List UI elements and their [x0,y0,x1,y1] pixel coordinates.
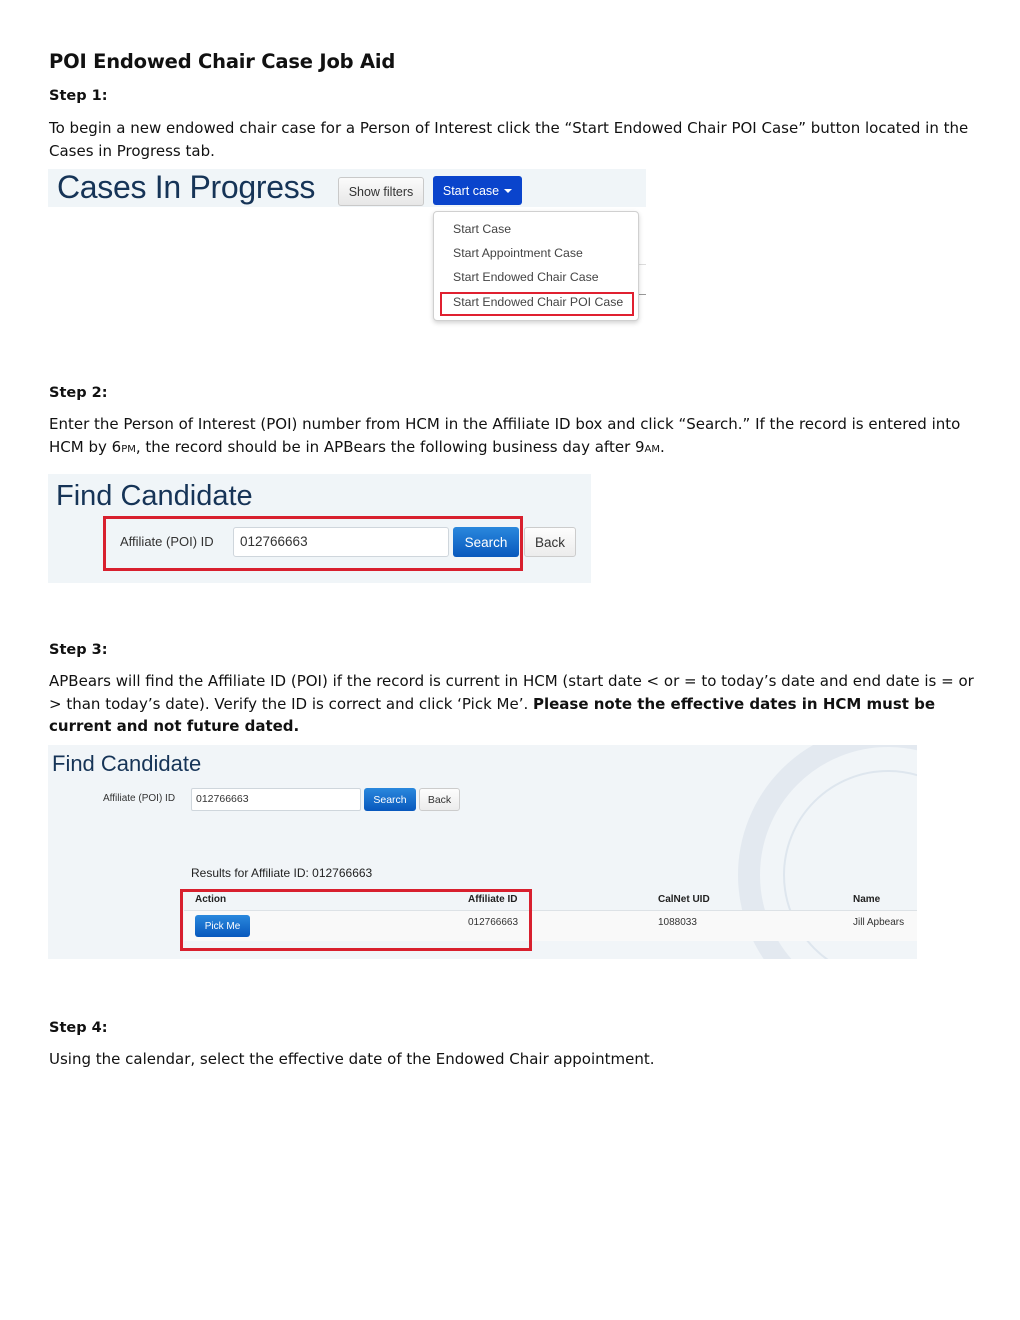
affiliate-id-label: Affiliate (POI) ID [103,793,176,804]
step-2-am: AM [644,439,661,456]
step-1-heading: Step 1: [49,88,108,104]
start-case-button[interactable]: Start case [433,176,522,205]
column-header-calnet-uid: CalNet UID [658,894,710,905]
highlight-box [180,889,532,951]
find-candidate-results-screenshot: Find Candidate Affiliate (POI) ID 012766… [48,745,917,959]
step-1-text: To begin a new endowed chair case for a … [49,119,969,160]
step-2-text-b: , the record should be in APBears the fo… [135,437,645,456]
column-header-name: Name [853,894,881,905]
menu-item-start-endowed-chair-case[interactable]: Start Endowed Chair Case [453,270,599,284]
step-3-heading: Step 3: [49,642,108,658]
divider [638,294,646,295]
step-3-text: APBears will find the Affiliate ID (POI)… [49,670,974,738]
highlight-box [440,292,634,316]
step-4-heading: Step 4: [49,1020,108,1036]
step-2-heading: Step 2: [49,385,108,401]
highlight-box [103,516,523,571]
show-filters-label: Show filters [348,184,414,199]
step-2-pm: PM [121,439,136,456]
cell-name: Jill Apbears [853,917,905,928]
menu-item-start-case[interactable]: Start Case [453,222,511,236]
find-candidate-title: Find Candidate [52,751,202,776]
start-case-label: Start case [442,183,500,198]
cases-in-progress-title: Cases In Progress [57,169,316,205]
show-filters-button[interactable]: Show filters [338,177,424,206]
affiliate-id-input[interactable]: 012766663 [191,788,361,811]
cases-in-progress-screenshot: Cases In Progress Show filters Start cas… [48,169,646,326]
divider [638,264,646,265]
menu-item-start-appointment-case[interactable]: Start Appointment Case [453,246,583,260]
results-title: Results for Affiliate ID: 012766663 [191,866,373,880]
find-candidate-title: Find Candidate [56,480,253,512]
back-button[interactable]: Back [524,527,576,557]
start-case-dropdown-menu: Start Case Start Appointment Case Start … [433,211,639,321]
back-button[interactable]: Back [419,788,460,811]
step-2-text-c: . [660,437,665,456]
find-candidate-screenshot: Find Candidate Affiliate (POI) ID 012766… [48,474,591,583]
search-label: Search [373,793,407,806]
document-title: POI Endowed Chair Case Job Aid [49,50,396,73]
cell-calnet-uid: 1088033 [658,917,697,928]
step-2-text: Enter the Person of Interest (POI) numbe… [49,413,974,459]
step-4-text: Using the calendar, select the effective… [49,1050,655,1068]
search-button[interactable]: Search [364,788,416,811]
back-label: Back [427,793,452,806]
caret-down-icon [504,189,513,193]
back-label: Back [534,534,565,550]
